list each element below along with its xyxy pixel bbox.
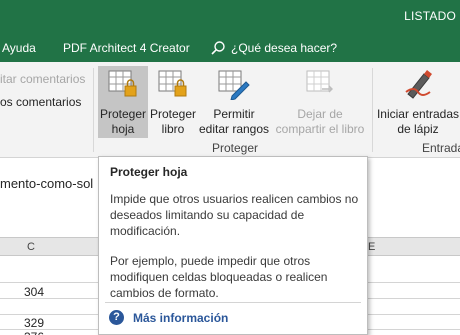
allow-edit-ranges-label-2: editar rangos (198, 122, 270, 136)
ribbon-review: itar comentarios os comentarios Proteger… (0, 62, 460, 158)
start-inking-button[interactable]: Iniciar entradas de lápiz (376, 66, 460, 138)
ribbon-tab-bar: Ayuda PDF Architect 4 Creator ¿Qué desea… (0, 34, 460, 62)
unshare-workbook-icon (306, 70, 336, 102)
group-label-ink: Entrada (422, 141, 460, 155)
group-label-protect: Proteger (212, 141, 259, 155)
cell-value[interactable]: 304 (24, 285, 44, 299)
ribbon-separator (93, 68, 94, 152)
protect-book-button[interactable]: Proteger libro (148, 66, 198, 138)
tab-pdf-architect[interactable]: PDF Architect 4 Creator (63, 41, 190, 55)
show-comments-item[interactable]: itar comentarios (0, 72, 85, 86)
tooltip-title: Proteger hoja (110, 165, 188, 179)
protect-book-label-2: libro (161, 122, 185, 136)
cell-value[interactable]: 329 (24, 316, 44, 330)
help-icon[interactable]: ? (109, 310, 124, 325)
start-inking-label-2: de lápiz (397, 122, 439, 136)
tooltip-example: Por ejemplo, puede impedir que otros mod… (110, 254, 328, 300)
tooltip-description: Impide que otros usuarios realicen cambi… (110, 192, 359, 238)
allow-edit-ranges-label-1: Permitir (213, 107, 255, 121)
window-title: LISTADO (404, 9, 456, 23)
protect-sheet-tooltip: Proteger hoja Impide que otros usuarios … (98, 156, 368, 335)
search-icon[interactable] (210, 40, 226, 56)
allow-edit-ranges-button[interactable]: Permitir editar rangos (198, 66, 270, 138)
column-header-e[interactable]: E (368, 241, 375, 253)
protect-sheet-label-2: hoja (111, 122, 135, 136)
all-comments-item[interactable]: os comentarios (0, 95, 81, 109)
unshare-workbook-label-2: compartir el libro (275, 122, 365, 136)
unshare-workbook-button[interactable]: Dejar de compartir el libro (272, 66, 368, 138)
tooltip-divider (105, 302, 361, 303)
unshare-workbook-label-1: Dejar de (297, 107, 343, 121)
protect-book-label-1: Proteger (149, 107, 197, 121)
tell-me-search[interactable]: ¿Qué desea hacer? (231, 41, 337, 55)
protect-sheet-label-1: Proteger (99, 107, 147, 121)
more-info-link[interactable]: Más información (133, 311, 228, 325)
tab-ayuda[interactable]: Ayuda (2, 41, 36, 55)
title-bar: LISTADO (0, 0, 460, 34)
protect-sheet-button[interactable]: Proteger hoja (98, 66, 148, 138)
start-inking-label-1: Iniciar entradas (376, 107, 460, 121)
ribbon-separator (372, 68, 373, 152)
ink-pen-icon (404, 68, 434, 104)
cell-value[interactable]: 376 (24, 330, 44, 335)
column-header-c[interactable]: C (27, 241, 35, 253)
protect-book-icon (158, 70, 188, 102)
formula-text[interactable]: mento-como-sol (0, 176, 93, 191)
protect-sheet-icon (108, 70, 138, 102)
allow-edit-ranges-icon (218, 70, 250, 104)
